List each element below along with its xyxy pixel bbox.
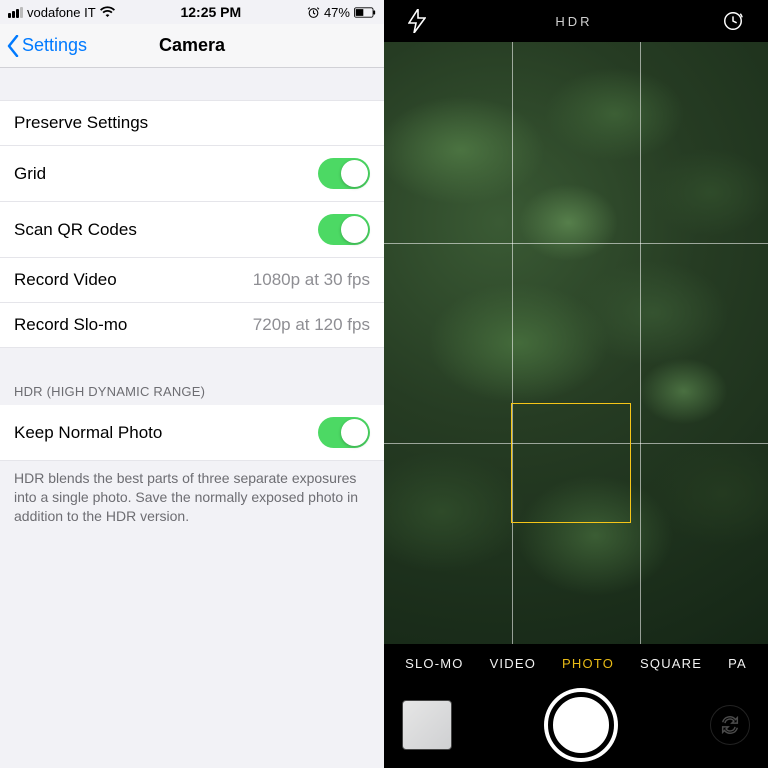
status-bar: vodafone IT 12:25 PM 47% [0,0,384,24]
section-header: HDR (HIGH DYNAMIC RANGE) [0,378,384,405]
row-value: 1080p at 30 fps [253,270,370,290]
wifi-icon [100,6,115,18]
camera-bottom-bar [384,682,768,768]
row-label: Keep Normal Photo [14,423,162,443]
row-grid[interactable]: Grid [0,146,384,202]
section-footer: HDR blends the best parts of three separ… [0,461,384,534]
back-label: Settings [22,35,87,56]
row-label: Scan QR Codes [14,220,137,240]
status-right: 47% [307,5,376,20]
camera-top-bar: HDR [384,0,768,42]
status-left: vodafone IT [8,5,115,20]
mode-photo[interactable]: PHOTO [562,656,614,671]
row-preserve-settings[interactable]: Preserve Settings [0,100,384,146]
row-record-slomo[interactable]: Record Slo-mo 720p at 120 fps [0,303,384,348]
hdr-button[interactable]: HDR [555,14,592,29]
keep-normal-toggle[interactable] [318,417,370,448]
flash-icon [408,9,426,33]
row-record-video[interactable]: Record Video 1080p at 30 fps [0,258,384,303]
row-label: Grid [14,164,46,184]
timer-icon [722,10,744,32]
back-button[interactable]: Settings [6,35,87,57]
grid-toggle[interactable] [318,158,370,189]
mode-pano[interactable]: PA [728,656,747,671]
carrier-label: vodafone IT [27,5,96,20]
viewfinder-content [384,42,768,644]
mode-selector[interactable]: SLO-MO VIDEO PHOTO SQUARE PA [384,644,768,682]
focus-indicator [511,403,631,523]
row-scan-qr[interactable]: Scan QR Codes [0,202,384,258]
viewfinder[interactable] [384,42,768,644]
shutter-button[interactable] [548,692,614,758]
status-time: 12:25 PM [180,4,241,20]
page-title: Camera [159,35,225,56]
mode-slomo[interactable]: SLO-MO [405,656,463,671]
switch-camera-button[interactable] [710,705,750,745]
mode-video[interactable]: VIDEO [490,656,536,671]
flash-button[interactable] [408,9,426,33]
row-value: 720p at 120 fps [253,315,370,335]
photo-thumbnail[interactable] [402,700,452,750]
battery-icon [354,7,376,18]
chevron-left-icon [6,35,20,57]
camera-pane: HDR SLO-MO VIDEO PHOTO SQUARE PA [384,0,768,768]
row-label: Record Slo-mo [14,315,127,335]
signal-icon [8,7,23,18]
mode-square[interactable]: SQUARE [640,656,702,671]
timer-button[interactable] [722,10,744,32]
alarm-icon [307,6,320,19]
qr-toggle[interactable] [318,214,370,245]
row-label: Record Video [14,270,117,290]
switch-camera-icon [719,714,741,736]
settings-group-1: Preserve Settings Grid Scan QR Codes Rec… [0,100,384,348]
row-keep-normal-photo[interactable]: Keep Normal Photo [0,405,384,461]
battery-percent: 47% [324,5,350,20]
settings-pane: vodafone IT 12:25 PM 47% Settings Camera… [0,0,384,768]
row-label: Preserve Settings [14,113,148,133]
settings-group-hdr: HDR (HIGH DYNAMIC RANGE) Keep Normal Pho… [0,378,384,534]
nav-bar: Settings Camera [0,24,384,68]
